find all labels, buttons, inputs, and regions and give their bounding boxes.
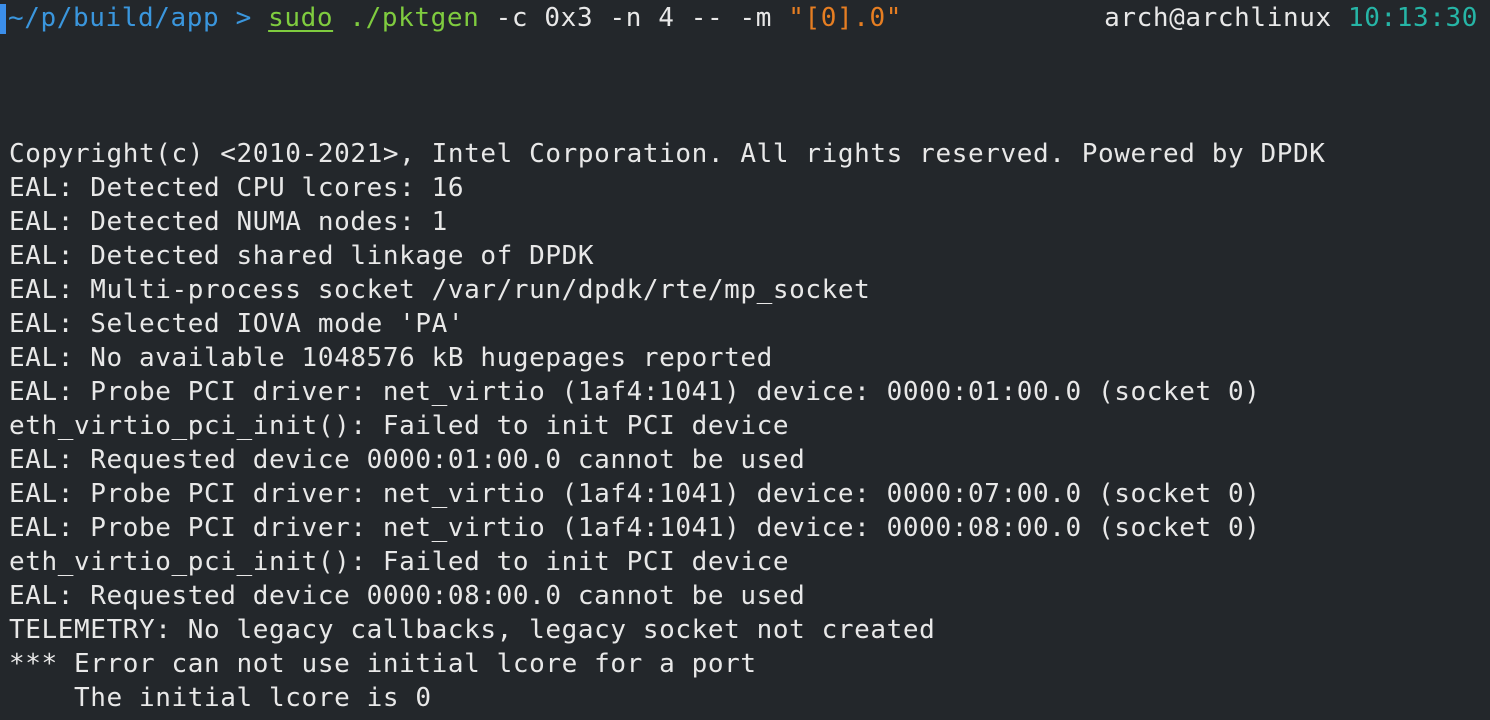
output-line: The initial lcore is 0 <box>9 683 432 713</box>
output-line: EAL: Selected IOVA mode 'PA' <box>9 309 465 339</box>
output-line: eth_virtio_pci_init(): Failed to init PC… <box>9 411 790 441</box>
output-line: EAL: Probe PCI driver: net_virtio (1af4:… <box>9 479 1261 509</box>
sudo-command: sudo <box>268 3 334 33</box>
output-line: EAL: Probe PCI driver: net_virtio (1af4:… <box>9 377 1261 407</box>
output-line: EAL: Detected shared linkage of DPDK <box>9 241 595 271</box>
command-line[interactable]: ~/p/build/app > sudo ./pktgen -c 0x3 -n … <box>8 1 902 35</box>
prompt-right-info: arch@archlinux 10:13:30 <box>1104 1 1478 35</box>
output-line: EAL: Multi-process socket /var/run/dpdk/… <box>9 275 871 305</box>
output-line: EAL: Detected NUMA nodes: 1 <box>9 207 448 237</box>
output-line: TELEMETRY: No legacy callbacks, legacy s… <box>9 615 936 645</box>
user-host: arch@archlinux <box>1104 3 1332 33</box>
quote-open: " <box>788 3 805 33</box>
output-line: EAL: Requested device 0000:01:00.0 canno… <box>9 445 806 475</box>
prompt-arrow: > <box>235 3 252 33</box>
output-line: EAL: Requested device 0000:08:00.0 canno… <box>9 581 806 611</box>
terminal-window[interactable]: ~/p/build/app > sudo ./pktgen -c 0x3 -n … <box>0 0 1490 720</box>
executable: ./pktgen <box>349 3 480 33</box>
quote-close: " <box>885 3 903 33</box>
command-args: -c 0x3 -n 4 -- -m <box>495 3 772 33</box>
output-line: EAL: Detected CPU lcores: 16 <box>9 173 465 203</box>
terminal-output: Copyright(c) <2010-2021>, Intel Corporat… <box>9 137 1326 715</box>
output-line: *** Error can not use initial lcore for … <box>9 649 757 679</box>
output-line: Copyright(c) <2010-2021>, Intel Corporat… <box>9 139 1326 169</box>
output-line: EAL: No available 1048576 kB hugepages r… <box>9 343 773 373</box>
prompt-time: 10:13:30 <box>1347 3 1478 33</box>
cursor-indicator <box>0 4 6 34</box>
output-line: EAL: Probe PCI driver: net_virtio (1af4:… <box>9 513 1261 543</box>
string-arg: [0].0 <box>804 3 886 33</box>
prompt-path: ~/p/build/app <box>8 3 220 33</box>
output-line: eth_virtio_pci_init(): Failed to init PC… <box>9 547 790 577</box>
prompt-line: ~/p/build/app > sudo ./pktgen -c 0x3 -n … <box>0 1 1490 35</box>
